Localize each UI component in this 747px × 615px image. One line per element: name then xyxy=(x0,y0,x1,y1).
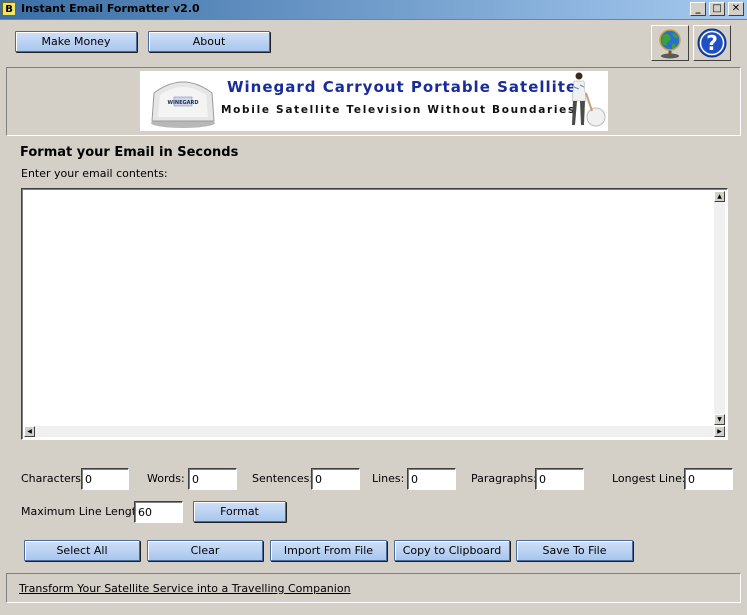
lines-label: Lines: xyxy=(372,472,405,485)
close-button[interactable]: ✕ xyxy=(728,2,744,16)
save-to-file-button[interactable]: Save To File xyxy=(516,540,633,561)
longest-line-field[interactable] xyxy=(684,468,733,490)
paragraphs-label: Paragraphs: xyxy=(471,472,537,485)
about-button[interactable]: About xyxy=(148,31,270,52)
email-textarea-frame: ▲ ▼ ◀ ▶ xyxy=(21,188,728,440)
scroll-right-button[interactable]: ▶ xyxy=(714,426,725,437)
satellite-dish-icon: WINEGARD xyxy=(151,81,215,128)
minimize-button[interactable]: _ xyxy=(690,2,706,16)
banner-ad[interactable]: WINEGARD Winegard Carryout Portable Sate… xyxy=(140,71,608,131)
horizontal-scrollbar[interactable] xyxy=(24,426,714,437)
max-line-length-label: Maximum Line Length: xyxy=(21,505,147,518)
sentences-field[interactable] xyxy=(311,468,360,490)
select-all-button[interactable]: Select All xyxy=(24,540,140,561)
email-textarea[interactable] xyxy=(24,191,718,429)
import-from-file-button[interactable]: Import From File xyxy=(270,540,387,561)
sentences-label: Sentences: xyxy=(252,472,314,485)
app-icon: B xyxy=(2,2,16,16)
help-button[interactable]: ? xyxy=(693,25,731,61)
banner-subtitle: Mobile Satellite Television Without Boun… xyxy=(221,104,576,116)
vertical-scrollbar[interactable] xyxy=(714,191,725,425)
lines-field[interactable] xyxy=(407,468,456,490)
banner-title: Winegard Carryout Portable Satellite xyxy=(227,78,578,96)
copy-to-clipboard-button[interactable]: Copy to Clipboard xyxy=(394,540,510,561)
format-button[interactable]: Format xyxy=(193,501,286,522)
globe-button[interactable] xyxy=(651,25,689,61)
words-label: Words: xyxy=(147,472,185,485)
paragraphs-field[interactable] xyxy=(535,468,584,490)
satellite-service-link[interactable]: Transform Your Satellite Service into a … xyxy=(19,582,351,595)
characters-label: Characters: xyxy=(21,472,85,485)
maximize-button[interactable]: □ xyxy=(709,2,725,16)
make-money-button[interactable]: Make Money xyxy=(15,31,137,52)
characters-field[interactable] xyxy=(81,468,129,490)
page-title: Format your Email in Seconds xyxy=(20,145,239,160)
scroll-down-button[interactable]: ▼ xyxy=(714,414,725,425)
help-glyph: ? xyxy=(706,31,718,55)
window-title: Instant Email Formatter v2.0 xyxy=(21,2,200,15)
dish-logo-text: WINEGARD xyxy=(168,100,199,106)
scroll-left-button[interactable]: ◀ xyxy=(24,426,35,437)
email-contents-label: Enter your email contents: xyxy=(21,167,168,180)
words-field[interactable] xyxy=(188,468,237,490)
longest-line-label: Longest Line: xyxy=(612,472,686,485)
person-with-dish-icon xyxy=(571,72,606,127)
globe-icon xyxy=(659,29,681,59)
title-bar[interactable]: B Instant Email Formatter v2.0 _ □ ✕ xyxy=(0,0,747,20)
scroll-up-button[interactable]: ▲ xyxy=(714,191,725,202)
max-line-length-field[interactable] xyxy=(134,501,183,523)
clear-button[interactable]: Clear xyxy=(147,540,263,561)
